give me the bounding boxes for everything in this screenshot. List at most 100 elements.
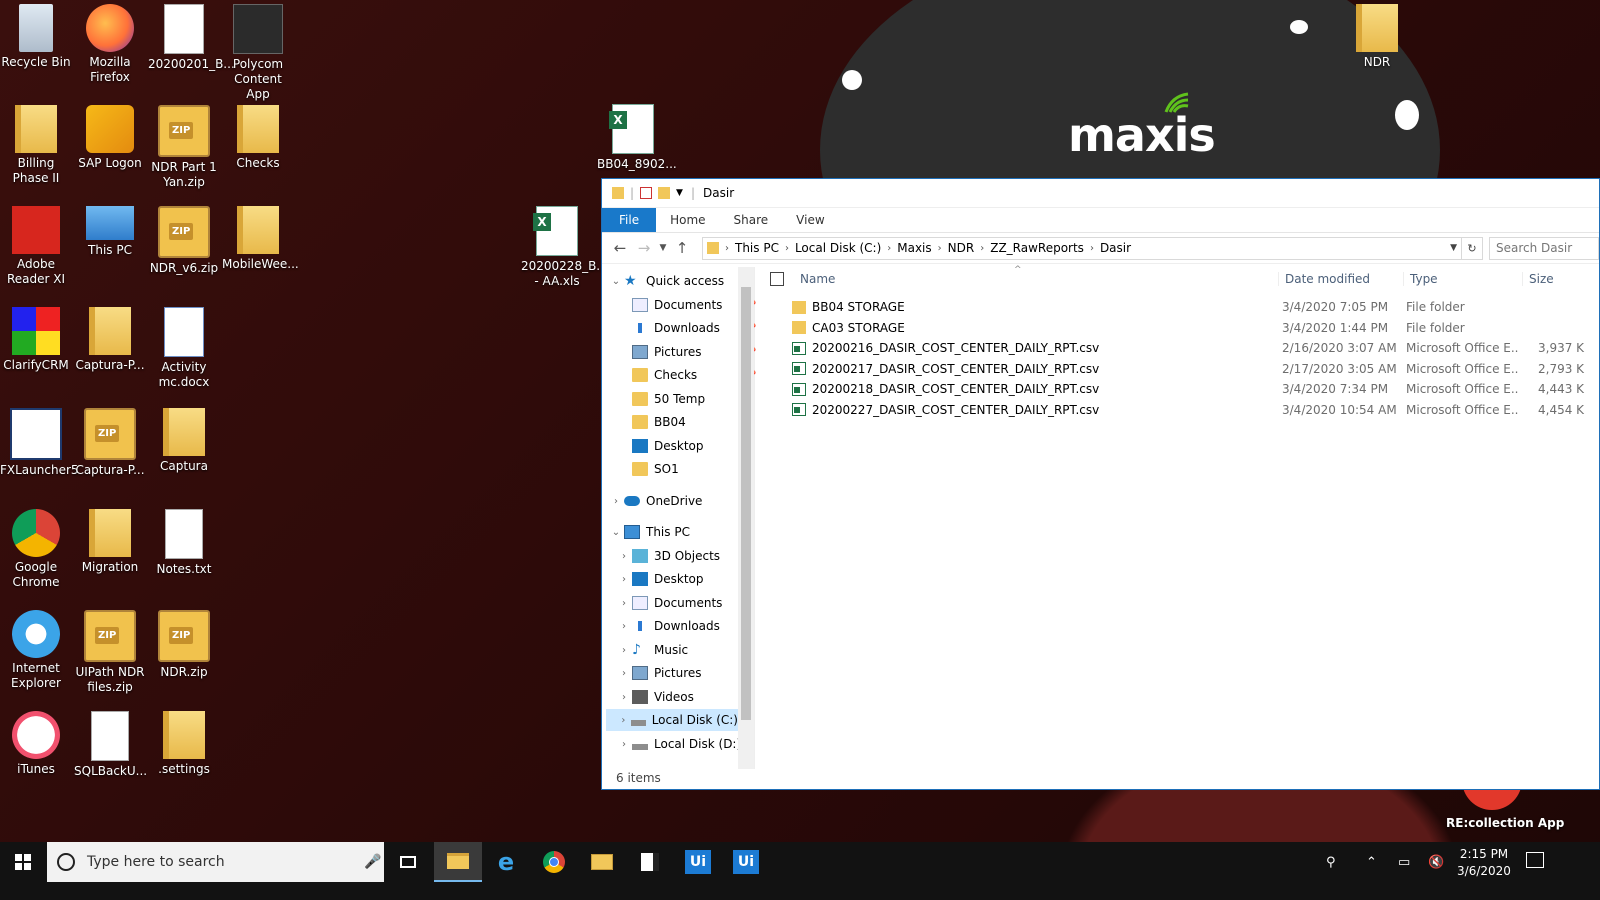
nav-item-music[interactable]: › ♪ Music — [616, 639, 688, 661]
taskbar-clock[interactable]: 2:15 PM 3/6/2020 — [1448, 846, 1520, 880]
nav-item-desktop[interactable]: Desktop — [616, 435, 704, 457]
search-input[interactable]: Search Dasir — [1489, 236, 1599, 260]
chevron-down-icon[interactable]: ⌄ — [608, 527, 624, 538]
breadcrumb-dasir[interactable]: Dasir — [1094, 241, 1137, 255]
tab-file[interactable]: File — [602, 208, 657, 232]
desktop-icon-item[interactable]: NDR_v6.zip — [148, 206, 220, 276]
nav-item-bb04[interactable]: BB04 — [616, 411, 686, 433]
desktop-icon-item[interactable]: NDR Part 1 Yan.zip — [148, 105, 220, 190]
chevron-down-icon[interactable]: ▼ — [1450, 243, 1457, 253]
nav-item-3d-objects[interactable]: › 3D Objects — [616, 545, 720, 567]
file-row[interactable]: 20200217_DASIR_COST_CENTER_DAILY_RPT.csv… — [764, 359, 1599, 380]
recent-locations-icon[interactable]: ▼ — [656, 243, 670, 253]
tab-share[interactable]: Share — [720, 208, 783, 232]
desktop-icon-item[interactable]: Internet Explorer — [0, 610, 72, 691]
breadcrumb-local-disk[interactable]: Local Disk (C:) — [789, 241, 887, 255]
desktop-icon-item[interactable]: Migration — [74, 509, 146, 575]
taskbar-file-explorer-icon[interactable] — [434, 842, 482, 882]
desktop-icon-item[interactable]: This PC — [74, 206, 146, 258]
file-row[interactable]: BB04 STORAGE 3/4/2020 7:05 PM File folder — [764, 297, 1599, 318]
nav-item-local-disk-c[interactable]: › Local Disk (C:) — [606, 709, 738, 731]
desktop-icon-item[interactable]: Recycle Bin — [0, 4, 72, 70]
desktop-icon-item[interactable]: ClarifyCRM — [0, 307, 72, 373]
taskbar-outlook-icon[interactable] — [578, 842, 626, 882]
taskbar-sticky-app-icon[interactable] — [626, 842, 674, 882]
chevron-up-icon[interactable]: ⌃ — [1366, 842, 1377, 882]
nav-scrollbar-thumb[interactable] — [741, 287, 751, 720]
chevron-right-icon[interactable]: › — [616, 692, 632, 703]
desktop-icon-item[interactable]: Adobe Reader XI — [0, 206, 72, 287]
desktop-icon-item[interactable]: Notes.txt — [148, 509, 220, 577]
tab-home[interactable]: Home — [656, 208, 719, 232]
column-date-modified[interactable]: Date modified — [1278, 272, 1403, 286]
desktop-icon-item[interactable]: UIPath NDR files.zip — [74, 610, 146, 695]
nav-item-so1[interactable]: SO1 — [616, 458, 679, 480]
chevron-right-icon[interactable]: › — [616, 739, 632, 750]
desktop-icon-item[interactable]: Captura — [148, 408, 220, 474]
nav-item-desktop-pc[interactable]: › Desktop — [616, 568, 704, 590]
desktop-icon-item[interactable]: 20200201_B... — [148, 4, 235, 72]
breadcrumb-this-pc[interactable]: This PC — [729, 241, 785, 255]
chevron-right-icon[interactable]: › — [616, 645, 632, 656]
volume-muted-icon[interactable]: 🔇 — [1428, 842, 1444, 882]
desktop-icon-item[interactable]: Captura-P... — [74, 307, 146, 373]
nav-item-checks[interactable]: Checks 📌 — [616, 364, 756, 386]
chevron-right-icon[interactable]: › — [616, 598, 632, 609]
taskbar-uipath-robot-icon[interactable]: Ui — [722, 842, 770, 882]
customize-toolbar-icon[interactable]: ▼ — [676, 188, 683, 198]
file-row[interactable]: 20200227_DASIR_COST_CENTER_DAILY_RPT.csv… — [764, 400, 1599, 421]
breadcrumb-maxis[interactable]: Maxis — [891, 241, 937, 255]
desktop-icon-item[interactable]: SQLBackU... — [74, 711, 147, 779]
nav-item-local-disk-d[interactable]: › Local Disk (D:) — [616, 733, 741, 755]
taskbar-chrome-icon[interactable] — [530, 842, 578, 882]
people-icon[interactable]: ⚲ — [1326, 842, 1336, 882]
address-bar[interactable]: › This PC › Local Disk (C:) › Maxis › ND… — [702, 236, 1462, 260]
file-row[interactable]: 20200218_DASIR_COST_CENTER_DAILY_RPT.csv… — [764, 379, 1599, 400]
chevron-right-icon[interactable]: › — [616, 574, 632, 585]
chevron-right-icon[interactable]: › — [616, 715, 631, 726]
properties-icon[interactable] — [640, 187, 653, 199]
desktop-icon-item[interactable]: Google Chrome — [0, 509, 72, 590]
chevron-right-icon[interactable]: › — [616, 551, 632, 562]
desktop-icon-item[interactable]: SAP Logon — [74, 105, 146, 171]
nav-item-pictures[interactable]: Pictures 📌 — [616, 341, 756, 363]
nav-item-pictures-pc[interactable]: › Pictures — [616, 662, 702, 684]
desktop-icon-item[interactable]: NDR — [1341, 4, 1413, 70]
desktop-icon-item[interactable]: BB04_8902... — [597, 104, 677, 172]
select-all-checkbox[interactable] — [770, 272, 784, 286]
windows-start-icon[interactable] — [0, 842, 46, 882]
desktop-icon-item[interactable]: Checks — [222, 105, 294, 171]
chevron-down-icon[interactable]: ⌄ — [608, 276, 624, 287]
desktop-icon-item[interactable]: Billing Phase II — [0, 105, 72, 186]
nav-item-documents-pc[interactable]: › Documents — [616, 592, 722, 614]
chevron-right-icon[interactable]: › — [616, 668, 632, 679]
microphone-icon[interactable]: 🎤 — [364, 854, 384, 870]
recollection-app-label[interactable]: RE:collection App — [1446, 816, 1564, 830]
taskbar-search-input[interactable]: Type here to search 🎤 — [47, 842, 384, 882]
nav-this-pc[interactable]: ⌄ This PC — [608, 521, 690, 543]
nav-item-downloads-pc[interactable]: › Downloads — [616, 615, 720, 637]
desktop-icon-item[interactable]: .settings — [148, 711, 220, 777]
desktop-icon-item[interactable]: Captura-P... — [74, 408, 146, 478]
breadcrumb-zz-rawreports[interactable]: ZZ_RawReports — [984, 241, 1090, 255]
tab-view[interactable]: View — [782, 208, 838, 232]
battery-icon[interactable]: ▭ — [1398, 842, 1410, 882]
desktop-icon-item[interactable]: FXLauncher5 — [0, 408, 79, 478]
task-view-icon[interactable] — [384, 842, 432, 882]
nav-item-downloads[interactable]: Downloads 📌 — [616, 317, 756, 339]
nav-item-videos[interactable]: › Videos — [616, 686, 694, 708]
breadcrumb-ndr[interactable]: NDR — [942, 241, 981, 255]
nav-quick-access[interactable]: ⌄ ★ Quick access — [608, 270, 724, 292]
desktop-icon-item[interactable]: 20200228_B... - AA.xls — [521, 206, 608, 289]
up-icon[interactable]: ↑ — [670, 239, 694, 257]
desktop-icon-item[interactable]: Polycom Content App — [222, 4, 294, 102]
desktop-icon-item[interactable]: Activity mc.docx — [148, 307, 220, 390]
column-type[interactable]: Type — [1403, 272, 1522, 286]
file-row[interactable]: 20200216_DASIR_COST_CENTER_DAILY_RPT.csv… — [764, 338, 1599, 359]
refresh-icon[interactable]: ↻ — [1462, 236, 1483, 260]
taskbar-internet-explorer-icon[interactable]: e — [482, 842, 530, 882]
new-folder-icon[interactable] — [658, 187, 671, 199]
column-size[interactable]: Size — [1522, 272, 1554, 286]
nav-item-documents[interactable]: Documents 📌 — [616, 294, 756, 316]
chevron-right-icon[interactable]: › — [616, 621, 632, 632]
